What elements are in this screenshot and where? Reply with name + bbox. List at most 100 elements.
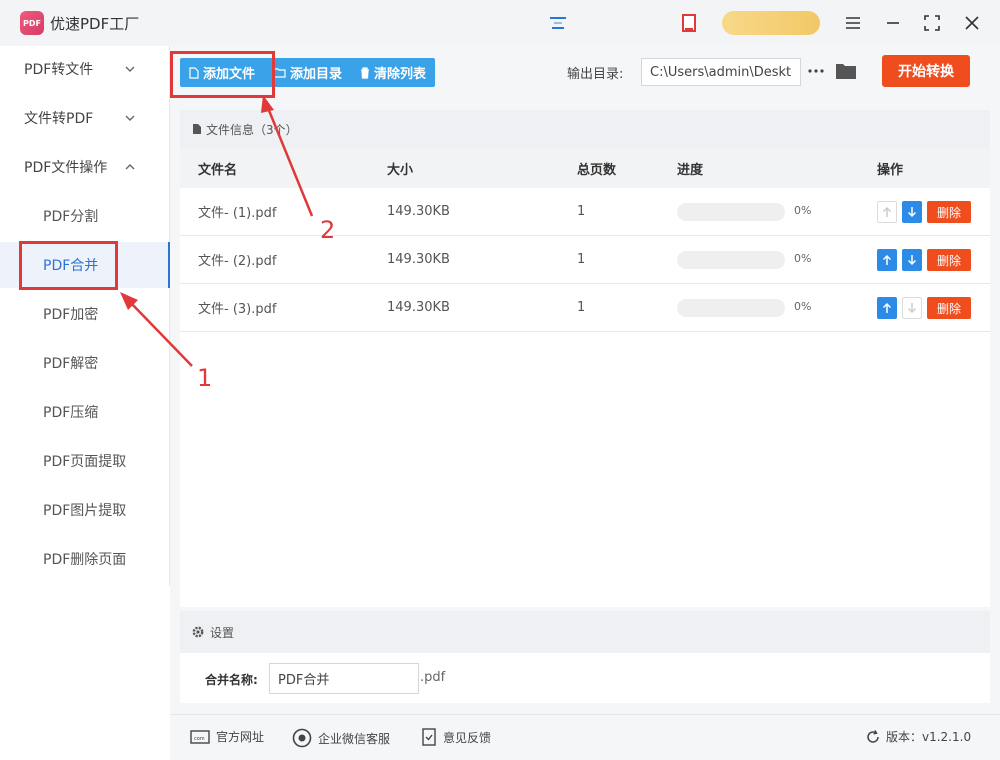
sidebar-group-label: PDF文件操作 [24,160,108,176]
document-icon [193,124,201,134]
settings-header: 设置 [180,611,990,653]
progress-text: 0% [794,252,812,265]
sidebar-item-compress[interactable]: PDF压缩 [0,389,169,435]
table-row: 文件- (3).pdf 149.30KB 1 0% 删除 [180,284,990,332]
start-convert-button[interactable]: 开始转换 [882,55,970,87]
logo-text: PDF [23,18,41,28]
sidebar-group-file-to-pdf[interactable]: 文件转PDF [0,95,169,141]
trash-icon [361,66,370,79]
col-size: 大小 [387,162,414,178]
col-name: 文件名 [198,162,238,178]
file-size: 149.30KB [387,204,450,219]
sidebar-item-extract-pages[interactable]: PDF页面提取 [0,438,169,484]
app-title: 优速PDF工厂 [50,15,140,33]
sidebar-item-extract-images[interactable]: PDF图片提取 [0,487,169,533]
progress-text: 0% [794,300,812,313]
clear-list-label: 清除列表 [374,67,427,82]
sidebar-item-label: PDF页面提取 [43,454,127,470]
file-name: 文件- (3).pdf [198,302,277,317]
file-size: 149.30KB [387,300,450,315]
file-name: 文件- (2).pdf [198,254,277,269]
chevron-down-icon [125,115,135,121]
progress-text: 0% [794,204,812,217]
sidebar-item-label: PDF压缩 [43,405,99,421]
sidebar-item-label: PDF加密 [43,307,99,323]
move-up-button[interactable] [877,249,897,271]
file-panel: 文件信息（3个） 文件名 大小 总页数 进度 操作 文件- (1).pdf 14… [180,110,990,607]
arrow-up-icon [882,206,892,217]
sidebar-group-label: PDF转文件 [24,62,94,78]
feedback-link[interactable]: 意见反馈 [421,728,491,746]
delete-button[interactable]: 删除 [927,249,971,271]
progress-bar [677,203,785,221]
col-actions: 操作 [877,162,904,178]
file-pages: 1 [577,204,586,219]
support-link[interactable]: 企业微信客服 [292,728,390,748]
feedback-icon [422,728,436,746]
sidebar-group-pdf-ops[interactable]: PDF文件操作 [0,144,169,190]
file-pages: 1 [577,300,586,315]
delete-button[interactable]: 删除 [927,297,971,319]
footer: com 官方网址 企业微信客服 意见反馈 版本：v1.2.1.0 [170,714,1000,760]
table-row: 文件- (2).pdf 149.30KB 1 0% 删除 [180,236,990,284]
sidebar-item-encrypt[interactable]: PDF加密 [0,291,169,337]
annotation-box-add-file [170,51,275,98]
file-name: 文件- (1).pdf [198,206,277,221]
clear-list-button[interactable]: 清除列表 [351,58,435,87]
arrow-down-icon [907,207,917,218]
file-panel-title: 文件信息（3个） [206,122,298,137]
progress-bar [677,251,785,269]
add-folder-label: 添加目录 [290,67,343,82]
gear-icon [192,626,204,638]
website-label: 官方网址 [216,730,265,744]
feedback-label: 意见反馈 [443,730,492,745]
sidebar-item-decrypt[interactable]: PDF解密 [0,340,169,386]
sidebar: PDF转文件 文件转PDF PDF文件操作 PDF分割 PDF合并 PDF加密 … [0,46,170,586]
col-pages: 总页数 [577,162,617,178]
skin-icon[interactable] [548,14,568,32]
file-panel-header: 文件信息（3个） [180,110,990,148]
more-icon[interactable] [807,59,825,83]
table-row: 文件- (1).pdf 149.30KB 1 0% 删除 [180,188,990,236]
merge-name-input[interactable] [269,663,419,694]
merge-ext: .pdf [420,670,446,685]
move-down-button[interactable] [902,249,922,271]
move-up-button[interactable] [877,201,897,223]
notice-icon[interactable] [682,13,696,33]
user-account-pill[interactable] [722,11,820,35]
progress-bar [677,299,785,317]
open-folder-icon[interactable] [835,60,857,82]
chevron-down-icon [125,66,135,72]
sidebar-item-label: PDF分割 [43,209,99,225]
merge-name-label: 合并名称: [205,673,258,687]
minimize-icon[interactable] [880,10,906,36]
close-icon[interactable] [959,10,985,36]
sidebar-item-label: PDF图片提取 [43,503,127,519]
table-header: 文件名 大小 总页数 进度 操作 [180,148,990,188]
sidebar-item-split[interactable]: PDF分割 [0,193,169,239]
col-progress: 进度 [677,162,704,178]
output-dir-input[interactable] [641,58,801,86]
sidebar-item-delete-pages[interactable]: PDF删除页面 [0,536,169,582]
move-down-button[interactable] [902,201,922,223]
sidebar-group-label: 文件转PDF [24,111,94,127]
add-folder-button[interactable]: 添加目录 [264,58,351,87]
annotation-box-merge [19,241,118,290]
menu-icon[interactable] [840,10,866,36]
sidebar-item-label: PDF解密 [43,356,99,372]
chevron-up-icon [125,164,135,170]
website-icon: com [190,729,210,744]
chat-icon [292,728,312,748]
delete-button[interactable]: 删除 [927,201,971,223]
website-link[interactable]: com 官方网址 [190,728,264,745]
move-up-button[interactable] [877,297,897,319]
arrow-down-icon [907,255,917,266]
annotation-number-2: 2 [320,216,336,244]
main-area: 添加文件 添加目录 清除列表 输出目录: 开始转换 文件信息（3个） 文件名 大… [170,46,1000,760]
title-bar: PDF 优速PDF工厂 [0,0,1000,46]
move-down-button[interactable] [902,297,922,319]
maximize-icon[interactable] [919,10,945,36]
sidebar-group-pdf-to-file[interactable]: PDF转文件 [0,46,169,92]
settings-title: 设置 [210,625,235,640]
sidebar-item-label: PDF删除页面 [43,552,127,568]
